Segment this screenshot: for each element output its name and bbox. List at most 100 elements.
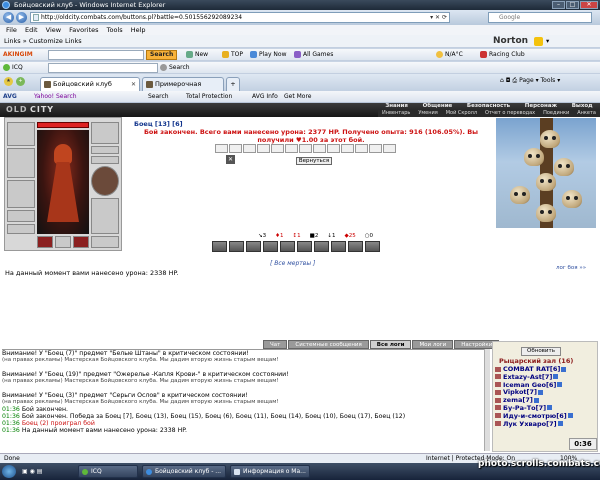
user-nick[interactable]: Иду-и-смотрю[6] xyxy=(503,412,567,420)
nav-knowledge[interactable]: Знания xyxy=(385,103,408,110)
tab-darkclan[interactable]: Примерочная DarkClan xyxy=(142,77,224,101)
nav-exit[interactable]: Выход xyxy=(572,103,593,110)
info-icon[interactable] xyxy=(533,397,539,403)
all-games-button[interactable]: All Games xyxy=(294,49,333,61)
tab-all-logs[interactable]: Все логи xyxy=(369,340,412,349)
taskbar-info[interactable]: Информация о Ма... xyxy=(230,465,310,478)
new-button[interactable]: New xyxy=(186,49,208,61)
user-nick[interactable]: Бу-Ра-То[7] xyxy=(503,404,546,412)
avg-search-button[interactable]: Search xyxy=(148,91,169,103)
page-menu[interactable]: Page ▾ xyxy=(519,77,538,84)
tools-menu[interactable]: Tools ▾ xyxy=(541,77,561,84)
toolbar-search-button[interactable]: Search xyxy=(146,50,178,60)
taskbar-combats[interactable]: Бойцовский клуб - ... xyxy=(142,465,226,478)
forward-arrow-icon[interactable]: ▶ xyxy=(16,12,27,23)
user-nick[interactable]: Iceman Geo[6] xyxy=(503,381,556,389)
start-button[interactable] xyxy=(2,465,16,478)
top-button[interactable]: TOP xyxy=(222,49,243,61)
shield-slot[interactable] xyxy=(91,166,119,196)
get-more-button[interactable]: Get More xyxy=(284,91,311,103)
nav-skills[interactable]: Умения xyxy=(418,110,437,117)
ability-icon[interactable] xyxy=(314,241,329,252)
chat-scrollbar[interactable] xyxy=(484,349,490,451)
tab-chat[interactable]: Чат xyxy=(263,340,288,349)
customize-links[interactable]: Customize Links xyxy=(29,37,82,45)
nav-communication[interactable]: Общение xyxy=(423,103,453,110)
ability-icon[interactable] xyxy=(365,241,380,252)
tab-close-icon[interactable]: ✕ xyxy=(131,78,136,91)
racing-club-button[interactable]: Racing Club xyxy=(480,49,525,61)
icq-button[interactable]: ICQ xyxy=(3,62,23,74)
menu-tools[interactable]: Tools xyxy=(107,26,123,34)
tab-combats[interactable]: Бойцовский клуб ✕ xyxy=(40,77,140,91)
chat-time[interactable]: 01:36 xyxy=(2,413,20,420)
ability-icon[interactable] xyxy=(212,241,227,252)
close-button[interactable]: ✕ xyxy=(580,1,598,9)
nav-profile[interactable]: Анкета xyxy=(577,110,596,117)
info-icon[interactable] xyxy=(561,366,567,372)
user-nick[interactable]: Лук Ухваро[7] xyxy=(503,420,557,428)
maximize-button[interactable]: □ xyxy=(566,1,579,9)
scroll-slot-2[interactable] xyxy=(55,236,71,248)
minimize-button[interactable]: – xyxy=(552,1,565,9)
fighter-name[interactable]: Боец [13] [6] xyxy=(134,120,183,128)
feeds-icon[interactable]: ◘ xyxy=(506,77,511,84)
total-protection-button[interactable]: Total Protection xyxy=(186,91,232,103)
user-nick[interactable]: Vipkot[7] xyxy=(503,388,537,396)
address-input[interactable]: http://oldcity.combats.com/buttons.pl?ba… xyxy=(30,12,450,23)
ability-icon[interactable] xyxy=(297,241,312,252)
boots-slot[interactable] xyxy=(91,236,119,248)
add-favorite-icon[interactable]: + xyxy=(16,77,25,86)
menu-file[interactable]: File xyxy=(6,26,17,34)
nav-character[interactable]: Персонаж xyxy=(525,103,557,110)
back-button[interactable]: Вернуться xyxy=(296,157,332,165)
scroll-slot-1[interactable] xyxy=(37,236,53,248)
nav-transfers[interactable]: Отчет о переводах xyxy=(485,110,535,117)
info-icon[interactable] xyxy=(537,389,543,395)
ability-icon[interactable] xyxy=(280,241,295,252)
user-nick[interactable]: COMBAT RAT[6] xyxy=(503,365,560,373)
icq-search-button[interactable]: Search xyxy=(160,62,190,74)
pants-slot[interactable] xyxy=(91,198,119,234)
scroll-slot-3[interactable] xyxy=(73,236,89,248)
avg-logo[interactable]: AVG xyxy=(3,91,17,103)
chat-time[interactable]: 01:36 xyxy=(2,427,20,434)
refresh-button[interactable]: Обновить xyxy=(521,347,561,356)
user-list-item[interactable]: Лук Ухваро[7] xyxy=(495,420,573,429)
refresh-stop-icons[interactable]: ▾ ✕ ⟳ xyxy=(430,13,447,22)
ability-icon[interactable] xyxy=(348,241,363,252)
chat-time[interactable]: 01:36 xyxy=(2,420,20,427)
nav-security[interactable]: Безопасность xyxy=(467,103,510,110)
favorites-star-icon[interactable]: ★ xyxy=(4,77,13,86)
belt-slot[interactable] xyxy=(7,210,35,222)
user-nick[interactable]: zema[7] xyxy=(503,396,533,404)
tab-system-messages[interactable]: Системные сообщения xyxy=(288,340,369,349)
info-icon[interactable] xyxy=(557,421,563,427)
play-now-button[interactable]: Play Now xyxy=(250,49,287,61)
ability-icon[interactable] xyxy=(263,241,278,252)
menu-help[interactable]: Help xyxy=(131,26,146,34)
toolbar-brand[interactable]: AKINGIM xyxy=(3,49,33,61)
menu-view[interactable]: View xyxy=(46,26,61,34)
yahoo-search-input[interactable]: Yahoo! Search xyxy=(34,91,77,103)
chat-time[interactable]: 01:36 xyxy=(2,406,20,413)
cancel-icon[interactable]: ✕ xyxy=(226,155,235,164)
armor-slot[interactable] xyxy=(7,180,35,208)
ability-icon[interactable] xyxy=(246,241,261,252)
taskbar-icq[interactable]: ICQ xyxy=(78,465,138,478)
print-icon[interactable]: ⎙ xyxy=(512,77,517,84)
nav-scroll[interactable]: Мой Скролл xyxy=(446,110,477,117)
weapon-slot[interactable] xyxy=(7,148,35,178)
norton-icon[interactable] xyxy=(534,37,543,46)
new-tab-button[interactable]: + xyxy=(226,77,240,91)
icq-search-input[interactable] xyxy=(48,63,158,73)
avg-info-button[interactable]: AVG Info xyxy=(252,91,278,103)
info-icon[interactable] xyxy=(553,374,559,380)
weather-button[interactable]: N/A°C xyxy=(436,49,463,61)
nav-fights[interactable]: Поединки xyxy=(543,110,569,117)
info-icon[interactable] xyxy=(567,413,573,419)
google-search-input[interactable]: Google xyxy=(488,12,592,23)
norton-dropdown[interactable]: ▾ xyxy=(546,35,549,48)
earrings-slot[interactable] xyxy=(91,122,119,144)
user-nick[interactable]: Extazy-Ast[7] xyxy=(503,373,552,381)
